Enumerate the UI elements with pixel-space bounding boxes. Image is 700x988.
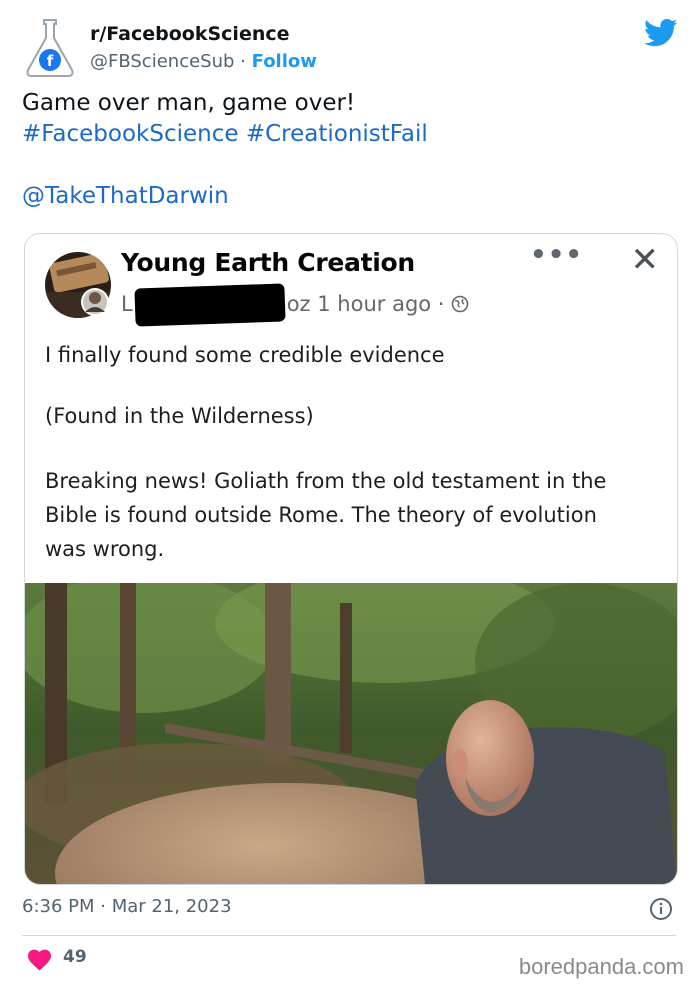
- post-location: (Found in the Wilderness): [45, 404, 314, 428]
- tweet-text: Game over man, game over! #FacebookScien…: [22, 88, 672, 212]
- post-body-line-2: Bible is found outside Rome. The theory …: [45, 503, 597, 527]
- heart-icon[interactable]: [27, 949, 52, 971]
- post-headline: I finally found some credible evidence: [45, 343, 445, 367]
- follow-button[interactable]: Follow: [252, 51, 317, 72]
- globe-icon: [451, 295, 469, 313]
- separator: ·: [240, 51, 246, 72]
- like-count[interactable]: 49: [63, 947, 87, 967]
- more-options-button[interactable]: •••: [530, 240, 583, 270]
- handle[interactable]: @FBScienceSub: [90, 51, 234, 72]
- post-meta: Loz 1 hour ago ·: [121, 283, 469, 327]
- page-avatar[interactable]: [45, 252, 111, 318]
- time-ago[interactable]: 1 hour ago ·: [317, 292, 444, 316]
- hashtag-creationistfail[interactable]: #CreationistFail: [246, 121, 428, 147]
- twitter-bird-icon[interactable]: [644, 18, 678, 48]
- display-name[interactable]: r/FacebookScience: [90, 22, 317, 46]
- handle-row: @FBScienceSub · Follow: [90, 48, 317, 76]
- author-initial: L: [121, 292, 133, 316]
- hashtag-facebookscience[interactable]: #FacebookScience: [22, 121, 239, 147]
- mention-takethatdarwin[interactable]: @TakeThatDarwin: [22, 183, 229, 209]
- post-photo[interactable]: [25, 583, 677, 884]
- watermark: boredpanda.com: [518, 954, 684, 979]
- tweet-line: Game over man, game over!: [22, 90, 356, 116]
- hashtag-line: #FacebookScience #CreationistFail: [22, 119, 672, 150]
- post-body-line-1: Breaking news! Goliath from the old test…: [45, 469, 607, 493]
- author-tail: oz: [286, 292, 311, 316]
- account-names: r/FacebookScience @FBScienceSub · Follow: [90, 22, 317, 76]
- tweet-header: f r/FacebookScience @FBScienceSub · Foll…: [22, 16, 682, 80]
- tweet-timestamp[interactable]: 6:36 PM · Mar 21, 2023: [22, 896, 232, 917]
- mention-line: @TakeThatDarwin: [22, 181, 672, 212]
- post-body-line-3: was wrong.: [45, 537, 165, 561]
- svg-text:f: f: [47, 52, 54, 70]
- flask-facebook-icon[interactable]: f: [22, 18, 78, 78]
- divider: [22, 935, 676, 936]
- embedded-facebook-post[interactable]: Young Earth Creation Loz 1 hour ago · ••…: [24, 233, 678, 885]
- info-icon[interactable]: [649, 897, 673, 921]
- close-icon[interactable]: ✕: [631, 240, 660, 280]
- page-name[interactable]: Young Earth Creation: [121, 248, 415, 277]
- redaction-bar: [134, 283, 286, 327]
